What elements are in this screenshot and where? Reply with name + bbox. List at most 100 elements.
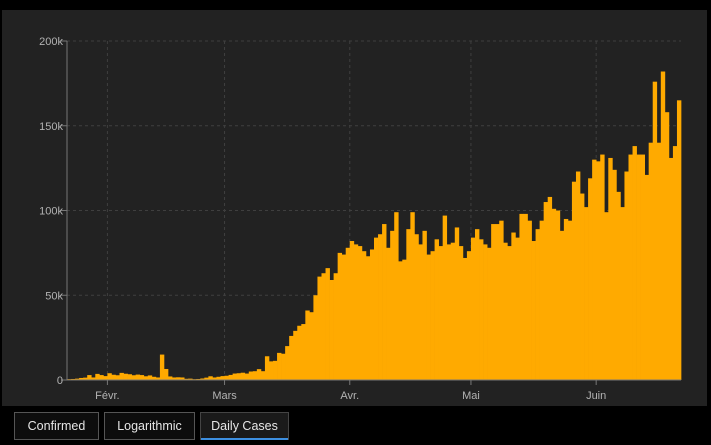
- bar: [624, 171, 629, 380]
- bar: [232, 373, 238, 380]
- bar: [454, 227, 460, 380]
- bar: [438, 246, 444, 380]
- bar: [111, 374, 116, 380]
- bar: [644, 174, 650, 380]
- bar: [390, 230, 395, 380]
- bar: [442, 215, 448, 380]
- bar: [479, 239, 484, 380]
- bar: [361, 251, 367, 380]
- bar: [588, 178, 593, 380]
- bar: [139, 375, 145, 380]
- bar: [499, 220, 504, 380]
- bar: [329, 280, 334, 380]
- bar: [600, 154, 605, 380]
- bar: [228, 374, 233, 380]
- bar: [273, 360, 278, 380]
- bar: [252, 371, 258, 380]
- bar: [664, 112, 670, 380]
- bar: [584, 207, 589, 380]
- tab-confirmed[interactable]: Confirmed: [14, 412, 99, 440]
- bar: [256, 369, 262, 380]
- bar: [640, 154, 645, 380]
- bar: [668, 157, 674, 380]
- bar: [345, 247, 351, 380]
- bar: [470, 237, 476, 380]
- bar: [592, 159, 597, 380]
- bar: [337, 252, 343, 381]
- bar: [571, 181, 577, 380]
- bar: [365, 256, 371, 380]
- bar: [555, 210, 561, 380]
- chart-tabs: Confirmed Logarithmic Daily Cases: [0, 410, 711, 445]
- bar: [143, 376, 149, 380]
- bar: [527, 220, 532, 380]
- bar: [369, 249, 375, 380]
- bar: [604, 212, 609, 380]
- bar: [394, 212, 399, 380]
- bar: [386, 247, 391, 380]
- tab-daily-cases-label: Daily Cases: [211, 419, 278, 433]
- bar: [495, 224, 500, 380]
- y-tick-label: 150k: [39, 121, 63, 133]
- bar: [660, 71, 666, 380]
- bar: [224, 375, 229, 380]
- bar: [103, 376, 108, 380]
- tab-logarithmic-label: Logarithmic: [117, 419, 182, 433]
- bar: [220, 376, 225, 380]
- tab-confirmed-label: Confirmed: [27, 419, 86, 433]
- bar: [580, 193, 585, 380]
- bar: [462, 257, 468, 380]
- bar: [99, 375, 104, 380]
- bar: [277, 352, 282, 380]
- bar: [374, 237, 379, 380]
- bar: [628, 154, 633, 380]
- bar: [301, 324, 306, 380]
- bar: [353, 244, 359, 380]
- bar: [563, 218, 569, 380]
- bar: [656, 142, 662, 380]
- bar: [123, 373, 128, 380]
- bar: [434, 239, 439, 380]
- bar: [559, 230, 565, 380]
- y-tick-label: 100k: [39, 206, 63, 218]
- tab-daily-cases[interactable]: Daily Cases: [200, 412, 289, 440]
- y-tick-label: 0: [57, 375, 63, 387]
- x-tick-label: Juin: [586, 390, 606, 402]
- bar: [244, 373, 250, 380]
- bar: [309, 312, 314, 380]
- bar: [567, 220, 573, 380]
- bar: [547, 196, 553, 380]
- active-tab-indicator: [201, 438, 288, 440]
- bar: [402, 259, 407, 380]
- bar: [293, 330, 298, 380]
- bar: [131, 375, 137, 380]
- bar: [483, 244, 488, 380]
- bar: [519, 213, 524, 380]
- bar: [531, 241, 536, 380]
- bar: [539, 220, 545, 380]
- bar: [313, 295, 318, 380]
- bar: [491, 224, 496, 380]
- bar: [95, 373, 100, 380]
- y-tick-label: 50k: [45, 290, 63, 302]
- bar: [652, 81, 658, 381]
- x-tick-label: Mars: [212, 390, 237, 402]
- bar: [430, 251, 435, 380]
- bar: [297, 325, 302, 380]
- bar: [648, 142, 654, 380]
- tab-logarithmic[interactable]: Logarithmic: [104, 412, 195, 440]
- bar: [317, 276, 322, 380]
- bar: [135, 374, 141, 380]
- bar: [285, 346, 290, 380]
- bar: [240, 372, 246, 380]
- bar: [620, 207, 625, 380]
- bar: [260, 371, 266, 380]
- bar: [632, 146, 637, 380]
- bar: [672, 146, 678, 380]
- bar: [163, 368, 169, 380]
- bar: [523, 213, 528, 380]
- bar: [503, 242, 508, 380]
- bar: [127, 374, 132, 380]
- bar: [410, 212, 415, 380]
- bar: [341, 254, 347, 380]
